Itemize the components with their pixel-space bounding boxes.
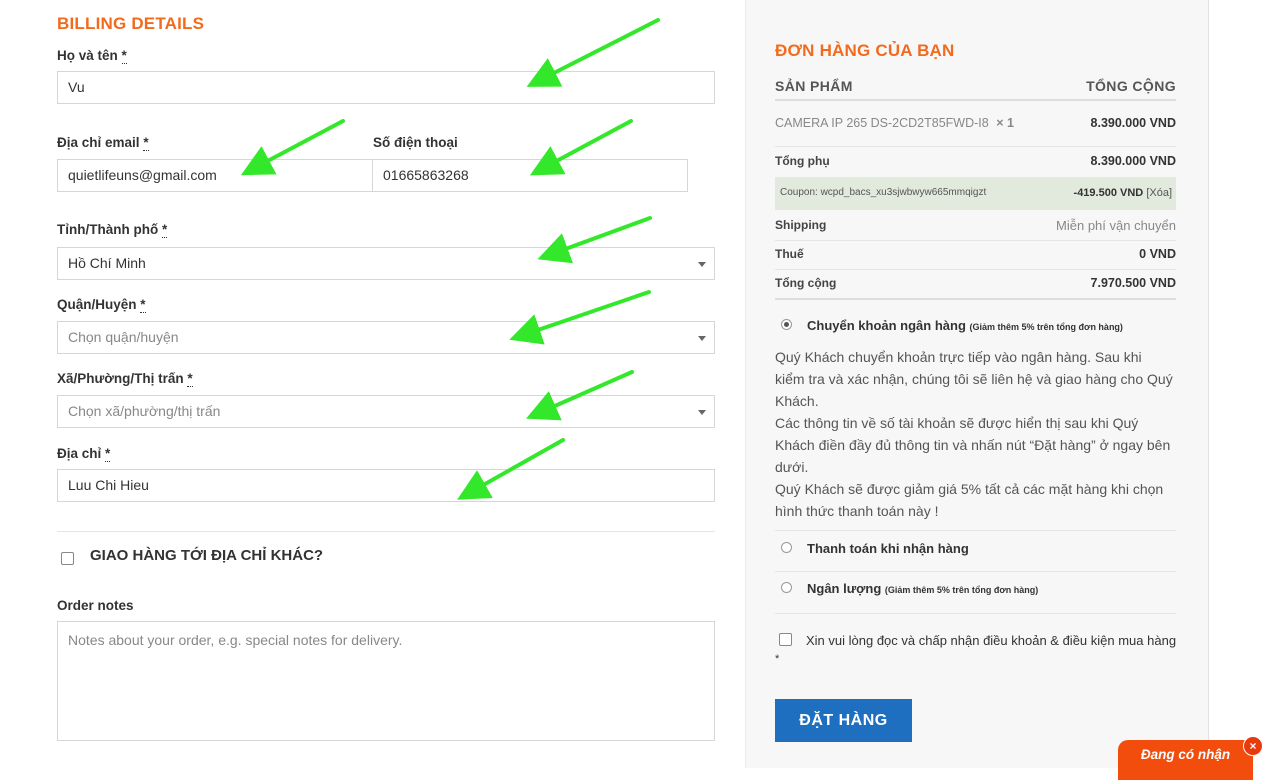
arrow-icon xyxy=(529,119,633,176)
divider xyxy=(775,99,1176,101)
payment-bank-label: Chuyển khoản ngân hàng (Giảm thêm 5% trê… xyxy=(807,318,1123,333)
payment-nganluong-radio[interactable] xyxy=(781,582,792,593)
payment-nganluong-label: Ngân lượng (Giảm thêm 5% trên tổng đơn h… xyxy=(807,581,1039,596)
arrow-icon xyxy=(526,370,634,421)
payment-bank-radio[interactable] xyxy=(781,319,792,330)
subtotal-row: Tổng phụ 8.390.000 VND xyxy=(775,154,1176,168)
divider xyxy=(775,613,1176,614)
divider xyxy=(775,146,1176,147)
place-order-button[interactable]: ĐẶT HÀNG xyxy=(775,699,912,742)
shipping-row: Shipping Miễn phí vận chuyển xyxy=(775,218,1176,233)
close-icon[interactable]: × xyxy=(1243,736,1263,756)
tax-row: Thuế 0 VND xyxy=(775,247,1176,261)
payment-cod-label: Thanh toán khi nhận hàng xyxy=(807,541,969,556)
order-title: ĐƠN HÀNG CỦA BẠN xyxy=(775,41,955,60)
arrow-icon xyxy=(457,438,565,500)
arrow-icon xyxy=(240,119,345,176)
arrow-icon xyxy=(509,290,651,345)
col-product: SẢN PHẨM xyxy=(775,78,853,94)
terms-label[interactable]: Xin vui lòng đọc và chấp nhận điều khoản… xyxy=(806,633,1176,648)
arrow-icon xyxy=(526,18,660,87)
chat-widget[interactable]: Đang có nhận xyxy=(1118,740,1253,780)
terms-required-mark: * xyxy=(775,653,780,665)
product-row: CAMERA IP 265 DS-2CD2T85FWD-I8 × 1 8.390… xyxy=(775,116,1176,130)
coupon-row: Coupon: wcpd_bacs_xu3sjwbwyw665mmqigzt -… xyxy=(775,177,1176,210)
order-table-header: SẢN PHẨM TỔNG CỘNG xyxy=(775,78,1176,94)
divider xyxy=(775,240,1176,241)
coupon-remove-link[interactable]: [Xóa] xyxy=(1146,187,1172,199)
col-total: TỔNG CỘNG xyxy=(1086,78,1176,94)
terms-checkbox[interactable] xyxy=(779,633,792,646)
payment-bank-description: Quý Khách chuyển khoản trực tiếp vào ngâ… xyxy=(775,349,1173,519)
divider xyxy=(775,571,1176,572)
divider xyxy=(775,269,1176,270)
arrow-icon xyxy=(537,216,652,264)
divider xyxy=(775,530,1176,531)
divider xyxy=(775,298,1176,300)
payment-cod-radio[interactable] xyxy=(781,542,792,553)
annotation-arrows xyxy=(240,18,660,500)
total-row: Tổng cộng 7.970.500 VND xyxy=(775,276,1176,290)
